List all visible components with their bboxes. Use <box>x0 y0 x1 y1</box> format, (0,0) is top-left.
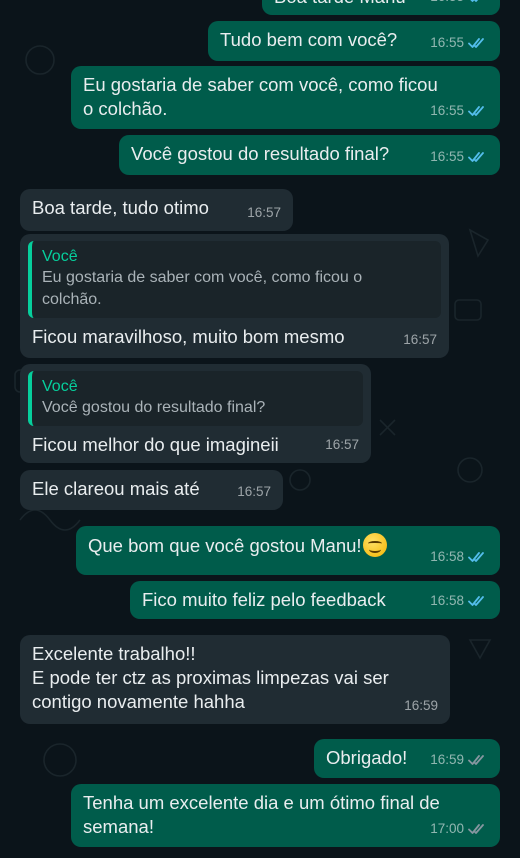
outgoing-message-bubble[interactable]: Boa tarde Manu16:55 <box>262 0 500 15</box>
outgoing-message-bubble[interactable]: Obrigado! 16:59 <box>314 739 500 778</box>
message-text: Tenha um excelente dia e um ótimo final … <box>83 792 440 837</box>
message-meta: 16:55 <box>430 99 488 123</box>
message-text: Ficou melhor do que imagineii <box>32 434 279 455</box>
message-text: Boa tarde, tudo otimo <box>32 197 209 218</box>
message-timestamp: 16:58 <box>430 593 464 608</box>
message-text: Excelente trabalho!! E pode ter ctz as p… <box>32 643 389 712</box>
double-check-read-icon <box>468 152 484 162</box>
message-meta: 16:55 <box>430 145 488 169</box>
message-meta: 16:57 <box>325 433 359 457</box>
incoming-message-bubble[interactable]: Excelente trabalho!! E pode ter ctz as p… <box>20 635 450 724</box>
double-check-read-icon <box>468 38 484 48</box>
message-timestamp: 16:57 <box>403 332 437 347</box>
message-timestamp: 16:55 <box>430 149 464 164</box>
message-text: Ficou maravilhoso, muito bom mesmo <box>32 326 345 347</box>
message-meta: 16:58 <box>430 545 488 569</box>
double-check-read-icon <box>468 552 484 562</box>
quoted-message-text: Você gostou do resultado final? <box>42 399 266 416</box>
incoming-message-bubble[interactable]: Boa tarde, tudo otimo 16:57 <box>20 189 293 231</box>
message-timestamp: 16:59 <box>430 752 464 767</box>
quoted-message-author: Você <box>42 248 78 265</box>
outgoing-message-bubble[interactable]: Tudo bem com você? 16:55 <box>208 21 500 61</box>
quoted-message-text: Eu gostaria de saber com você, como fico… <box>42 269 363 308</box>
message-timestamp: 16:57 <box>325 437 359 452</box>
double-check-read-icon <box>470 0 479 2</box>
message-meta: 16:57 <box>247 201 281 225</box>
message-meta: 16:58 <box>430 589 488 613</box>
message-timestamp: 16:57 <box>247 205 281 220</box>
incoming-message-bubble[interactable]: Ele clareou mais até 16:57 <box>20 470 283 510</box>
message-meta: 16:55 <box>430 0 488 9</box>
message-timestamp: 16:59 <box>404 698 438 713</box>
message-meta: 16:55 <box>430 31 488 55</box>
double-check-read-icon <box>468 596 484 606</box>
message-meta: 17:00 <box>430 817 488 841</box>
incoming-message-bubble[interactable]: Você Você gostou do resultado final? Ficou… <box>20 364 371 463</box>
outgoing-message-bubble[interactable]: Fico muito feliz pelo feedback 16:58 <box>130 581 500 619</box>
message-timestamp: 16:55 <box>430 103 464 118</box>
smiling-face-emoji <box>362 533 387 557</box>
incoming-message-bubble[interactable]: Você Eu gostaria de saber com você, como … <box>20 234 449 358</box>
message-meta: 16:57 <box>403 328 437 352</box>
double-check-delivered-icon <box>468 824 484 834</box>
message-text: Que bom que você gostou Manu! <box>88 533 488 558</box>
outgoing-message-bubble[interactable]: Você gostou do resultado final? 16:55 <box>119 135 500 175</box>
message-meta: 16:59 <box>430 748 488 772</box>
message-timestamp: 16:58 <box>430 549 464 564</box>
quoted-message-author: Você <box>42 378 78 395</box>
outgoing-message-bubble[interactable]: Eu gostaria de saber com você, como fico… <box>71 66 500 129</box>
message-timestamp: 16:57 <box>237 484 271 499</box>
outgoing-message-bubble[interactable]: Que bom que você gostou Manu! 16:58 <box>76 526 500 575</box>
message-meta: 16:59 <box>404 694 438 718</box>
message-text: Eu gostaria de saber com você, como fico… <box>83 74 438 119</box>
double-check-delivered-icon <box>468 755 484 765</box>
message-text: Ele clareou mais até <box>32 478 200 499</box>
message-timestamp: 16:55 <box>430 35 464 50</box>
message-meta: 16:57 <box>237 480 271 504</box>
quoted-message[interactable]: Você Eu gostaria de saber com você, como … <box>28 241 441 318</box>
outgoing-message-bubble[interactable]: Tenha um excelente dia e um ótimo final … <box>71 784 500 847</box>
quoted-message[interactable]: Você Você gostou do resultado final? <box>28 371 363 426</box>
message-timestamp: 17:00 <box>430 821 464 836</box>
double-check-read-icon <box>468 106 484 116</box>
message-timestamp: 16:55 <box>430 0 464 9</box>
